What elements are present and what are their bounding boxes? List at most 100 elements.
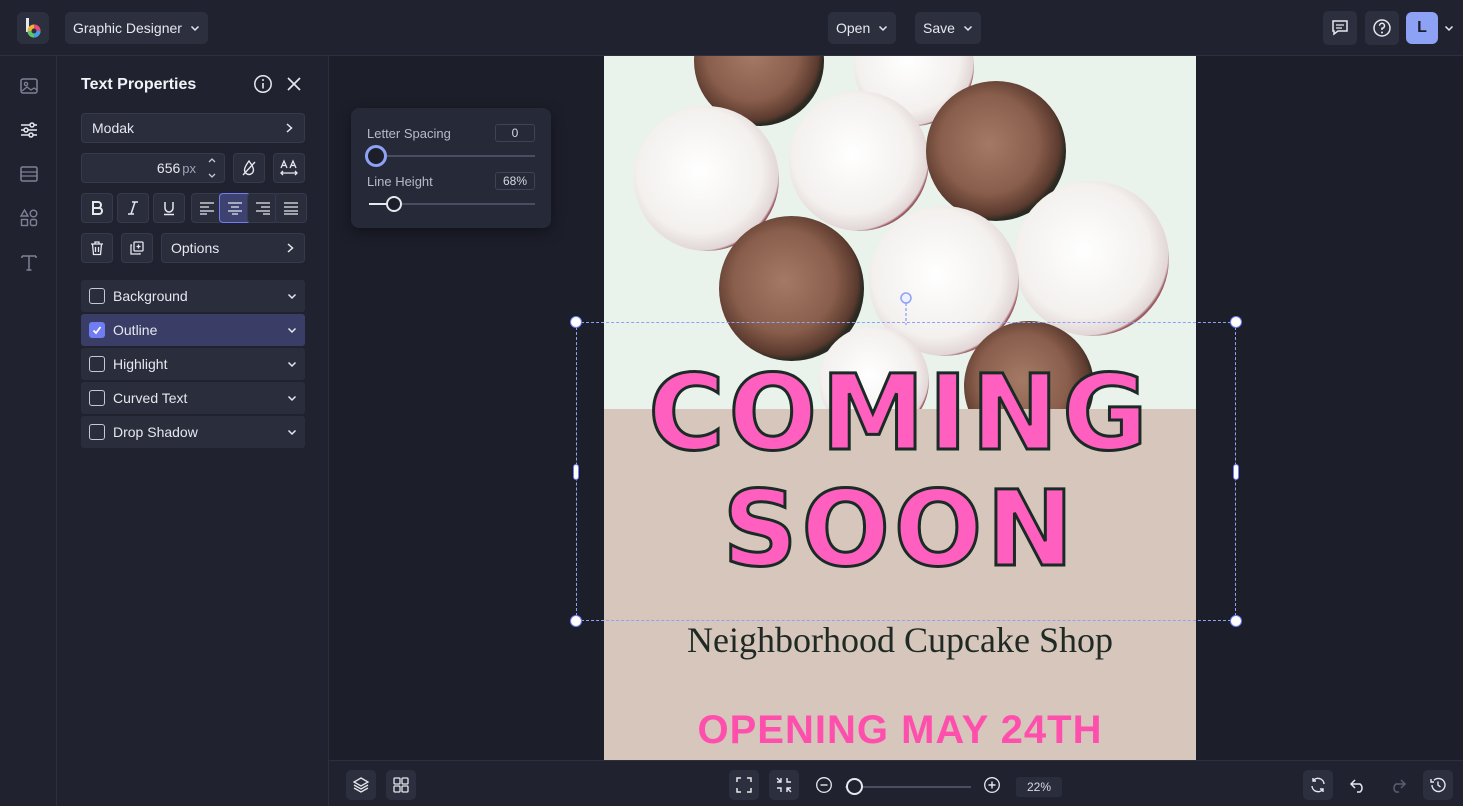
font-size-stepper[interactable] — [204, 156, 220, 180]
background-checkbox[interactable] — [89, 288, 105, 304]
letter-spacing-knob[interactable] — [365, 145, 387, 167]
align-center-icon — [228, 202, 242, 215]
fit-screen-button[interactable] — [729, 770, 759, 800]
italic-icon — [128, 201, 138, 215]
curved-text-checkbox[interactable] — [89, 390, 105, 406]
rotate-handle[interactable] — [899, 291, 913, 325]
rail-graphics[interactable] — [14, 203, 44, 233]
zoom-level[interactable]: 22% — [1016, 777, 1062, 797]
history-button[interactable] — [1423, 770, 1453, 800]
bold-button[interactable] — [81, 193, 113, 223]
delete-button[interactable] — [81, 233, 113, 263]
spacing-button[interactable] — [273, 153, 305, 183]
font-selector[interactable]: Modak — [81, 113, 305, 143]
account-chevron-down-icon[interactable] — [1444, 23, 1454, 33]
rail-adjustments[interactable] — [14, 115, 44, 145]
grid-icon — [393, 777, 409, 793]
redo-icon — [1393, 779, 1407, 793]
zoom-slider-knob[interactable] — [846, 778, 863, 795]
highlight-checkbox[interactable] — [89, 356, 105, 372]
top-bar: Graphic Designer Open Save L — [0, 0, 1463, 56]
align-right-icon — [256, 202, 270, 215]
drop-shadow-checkbox[interactable] — [89, 424, 105, 440]
chevron-right-icon — [286, 123, 293, 133]
text-color-button[interactable] — [233, 153, 265, 183]
rail-layouts[interactable] — [14, 159, 44, 189]
section-drop-shadow[interactable]: Drop Shadow — [81, 416, 305, 448]
line-height-input[interactable]: 68% — [495, 172, 535, 190]
resize-handle-bottom-right[interactable] — [1230, 615, 1242, 627]
info-icon[interactable] — [253, 74, 273, 94]
shapes-icon — [19, 208, 38, 227]
chevron-down-icon — [190, 25, 199, 32]
font-size-field[interactable]: 656 px — [81, 153, 225, 183]
spacing-popover: Letter Spacing 0 Line Height 68% — [351, 108, 551, 228]
check-icon — [92, 326, 102, 335]
grid-button[interactable] — [386, 770, 416, 800]
section-label: Outline — [113, 322, 158, 338]
sliders-icon — [21, 122, 37, 138]
align-justify-button[interactable] — [275, 193, 307, 223]
undo-icon — [1349, 779, 1363, 793]
chevron-right-icon — [287, 243, 294, 253]
history-icon — [1430, 777, 1446, 793]
resize-handle-bottom-left[interactable] — [570, 615, 582, 627]
resize-handle-right[interactable] — [1233, 464, 1239, 480]
section-label: Background — [113, 288, 188, 304]
rail-images[interactable] — [14, 71, 44, 101]
zoom-in-button[interactable] — [977, 770, 1007, 800]
close-icon[interactable] — [286, 76, 302, 92]
chevron-down-icon[interactable] — [207, 172, 217, 180]
section-label: Highlight — [113, 356, 168, 372]
resize-handle-left[interactable] — [573, 464, 579, 480]
resize-handle-top-right[interactable] — [1230, 316, 1242, 328]
underline-button[interactable] — [153, 193, 185, 223]
undo-button[interactable] — [1343, 770, 1373, 800]
cupcake — [1014, 181, 1169, 336]
help-button[interactable] — [1365, 11, 1399, 45]
cupcake — [789, 91, 929, 231]
app-mode-label: Graphic Designer — [73, 20, 182, 36]
letter-spacing-label: Letter Spacing — [367, 126, 451, 141]
letter-spacing-input[interactable]: 0 — [495, 124, 535, 142]
save-dropdown[interactable]: Save — [915, 12, 981, 44]
options-button[interactable]: Options — [161, 233, 305, 263]
duplicate-icon — [130, 241, 144, 255]
comments-button[interactable] — [1323, 11, 1357, 45]
section-outline[interactable]: Outline — [81, 314, 305, 346]
duplicate-button[interactable] — [121, 233, 153, 263]
resize-handle-top-left[interactable] — [570, 316, 582, 328]
section-background[interactable]: Background — [81, 280, 305, 312]
line-height-knob[interactable] — [386, 196, 402, 212]
opening-date[interactable]: OPENING MAY 24TH — [604, 708, 1196, 753]
user-avatar[interactable]: L — [1406, 12, 1438, 44]
actual-size-button[interactable] — [769, 770, 799, 800]
logo-icon — [26, 18, 41, 38]
font-size-unit: px — [182, 160, 196, 176]
letter-spacing-slider[interactable] — [369, 155, 535, 157]
open-dropdown[interactable]: Open — [828, 12, 897, 44]
chevron-down-icon — [287, 327, 297, 334]
open-label: Open — [836, 20, 871, 36]
section-curved-text[interactable]: Curved Text — [81, 382, 305, 414]
app-logo[interactable] — [17, 12, 49, 44]
rail-text[interactable] — [14, 247, 44, 277]
tool-rail — [0, 56, 57, 806]
font-name: Modak — [92, 120, 135, 136]
chevron-up-icon[interactable] — [207, 156, 217, 164]
outline-checkbox[interactable] — [89, 322, 105, 338]
redo-button[interactable] — [1383, 770, 1413, 800]
zoom-in-icon — [984, 777, 1000, 793]
layers-button[interactable] — [346, 770, 376, 800]
layers-icon — [352, 777, 370, 793]
refresh-button[interactable] — [1303, 770, 1333, 800]
italic-button[interactable] — [117, 193, 149, 223]
shop-name[interactable]: Neighborhood Cupcake Shop — [604, 619, 1196, 661]
chevron-down-icon — [287, 293, 297, 300]
zoom-slider[interactable] — [845, 786, 971, 788]
zoom-out-button[interactable] — [809, 770, 839, 800]
app-mode-dropdown[interactable]: Graphic Designer — [65, 12, 208, 44]
align-justify-icon — [284, 202, 298, 215]
section-highlight[interactable]: Highlight — [81, 348, 305, 380]
selection-box[interactable] — [576, 322, 1236, 621]
